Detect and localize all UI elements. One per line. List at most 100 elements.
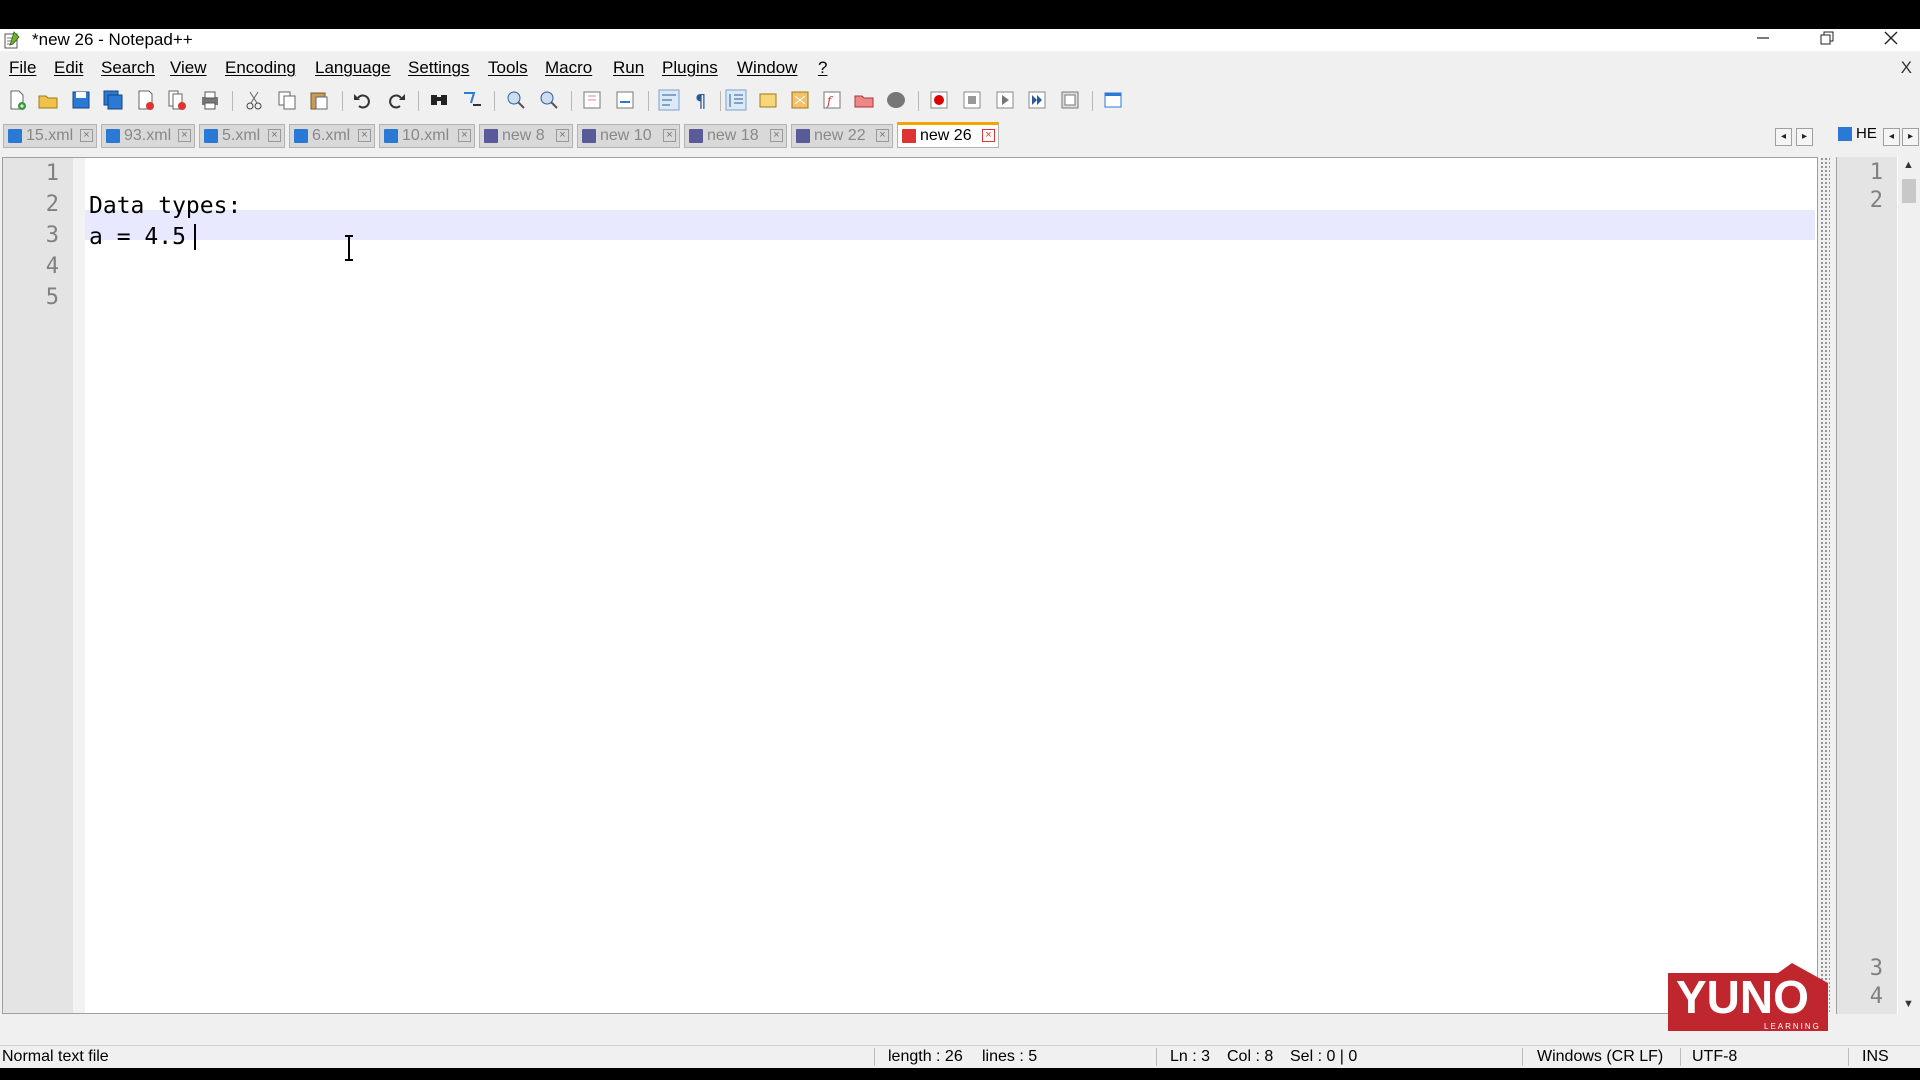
menu-window[interactable]: Window — [737, 58, 797, 78]
tab-5-xml[interactable]: 5.xml × — [199, 124, 285, 148]
tab-93-xml[interactable]: 93.xml × — [101, 124, 195, 148]
print-icon[interactable] — [199, 89, 221, 111]
menu-plugins[interactable]: Plugins — [662, 58, 718, 78]
tab-scroll-left-button[interactable]: ◂ — [1775, 128, 1792, 146]
minimize-button[interactable] — [1740, 29, 1786, 51]
menu-tools[interactable]: Tools — [488, 58, 528, 78]
secondary-editor-pane[interactable]: 1 2 3 4 ▲ ▼ — [1836, 157, 1920, 1014]
folder-as-workspace-icon[interactable] — [853, 89, 875, 111]
status-insert-mode[interactable]: INS — [1862, 1048, 1889, 1066]
monitoring-icon[interactable] — [885, 89, 907, 111]
menu-language[interactable]: Language — [315, 58, 391, 78]
scrollbar-thumb[interactable] — [1902, 179, 1916, 203]
toolbar: ¶ f — [0, 85, 1920, 115]
run-panel-icon[interactable] — [1102, 89, 1124, 111]
secondary-view-tab[interactable]: HE — [1838, 125, 1877, 151]
document-map-icon[interactable] — [789, 89, 811, 111]
menu-settings[interactable]: Settings — [408, 58, 469, 78]
tab-close-icon[interactable]: × — [556, 129, 569, 142]
tab-scroll-right-button[interactable]: ▸ — [1796, 128, 1813, 146]
toolbar-separator — [720, 91, 721, 111]
tab-new-22[interactable]: new 22 × — [791, 124, 893, 148]
open-file-icon[interactable] — [37, 89, 59, 111]
tab-close-icon[interactable]: × — [80, 129, 93, 142]
editor-pane[interactable]: 1 2 3 4 5 Data types: a = 4.5 — [2, 157, 1818, 1014]
menu-search[interactable]: Search — [101, 58, 155, 78]
undo-icon[interactable] — [352, 89, 374, 111]
logo-text: YUNO — [1676, 971, 1809, 1023]
close-window-button[interactable] — [1868, 29, 1914, 51]
macro-stop-icon[interactable] — [961, 89, 983, 111]
tab-close-icon[interactable]: × — [982, 129, 995, 142]
close-all-icon[interactable] — [166, 89, 188, 111]
save-all-icon[interactable] — [102, 89, 124, 111]
saved-file-icon — [294, 129, 308, 143]
new-file-icon[interactable] — [6, 89, 28, 111]
copy-icon[interactable] — [276, 89, 298, 111]
status-encoding[interactable]: UTF-8 — [1692, 1048, 1737, 1066]
scroll-down-arrow-icon[interactable]: ▼ — [1903, 998, 1914, 1010]
tab-close-icon[interactable]: × — [663, 129, 676, 142]
menu-encoding[interactable]: Encoding — [225, 58, 296, 78]
menu-file[interactable]: File — [9, 58, 36, 78]
tab-label: new 26 — [920, 127, 972, 144]
zoom-in-icon[interactable] — [505, 89, 527, 111]
sync-vertical-icon[interactable] — [581, 89, 603, 111]
paste-icon[interactable] — [308, 89, 330, 111]
secondary-tab-scroll-left-button[interactable]: ◂ — [1883, 128, 1900, 146]
fold-margin — [73, 158, 85, 1013]
minimize-icon — [1757, 37, 1769, 39]
tab-new-8[interactable]: new 8 × — [479, 124, 573, 148]
menu-help[interactable]: ? — [818, 58, 827, 78]
tab-10-xml[interactable]: 10.xml × — [379, 124, 475, 148]
toolbar-separator — [571, 91, 572, 111]
save-icon[interactable] — [70, 89, 92, 111]
i-beam-cursor-icon — [345, 235, 353, 261]
tab-close-icon[interactable]: × — [458, 129, 471, 142]
macro-run-multiple-icon[interactable] — [1026, 89, 1048, 111]
macro-record-icon[interactable] — [928, 89, 950, 111]
tab-new-18[interactable]: new 18 × — [684, 124, 787, 148]
logo-subtext: LEARNING — [1764, 1022, 1821, 1031]
tab-close-icon[interactable]: × — [268, 129, 281, 142]
status-selection: Sel : 0 | 0 — [1290, 1048, 1358, 1065]
menu-run[interactable]: Run — [613, 58, 644, 78]
macro-play-icon[interactable] — [994, 89, 1016, 111]
line-number: 4 — [1869, 984, 1883, 1009]
unsaved-file-icon — [902, 129, 916, 143]
indent-guide-icon[interactable] — [725, 89, 747, 111]
macro-save-icon[interactable] — [1059, 89, 1081, 111]
zoom-out-icon[interactable] — [538, 89, 560, 111]
tab-close-icon[interactable]: × — [876, 129, 889, 142]
tab-6-xml[interactable]: 6.xml × — [289, 124, 375, 148]
yuno-learning-logo: YUNO LEARNING — [1668, 963, 1828, 1031]
status-eol-format[interactable]: Windows (CR LF) — [1537, 1048, 1663, 1066]
tab-new-26[interactable]: new 26 × — [897, 122, 999, 148]
user-defined-language-icon[interactable] — [757, 89, 779, 111]
redo-icon[interactable] — [385, 89, 407, 111]
tab-15-xml[interactable]: 15.xml × — [3, 124, 97, 148]
sync-horizontal-icon[interactable] — [614, 89, 636, 111]
close-document-button[interactable]: X — [1901, 58, 1912, 78]
tab-close-icon[interactable]: × — [358, 129, 371, 142]
replace-icon[interactable] — [461, 89, 483, 111]
find-icon[interactable] — [428, 89, 450, 111]
show-all-characters-icon[interactable]: ¶ — [690, 89, 712, 111]
secondary-tab-scroll-right-button[interactable]: ▸ — [1902, 128, 1919, 146]
cut-icon[interactable] — [243, 89, 265, 111]
tab-new-10[interactable]: new 10 × — [577, 124, 680, 148]
close-file-icon[interactable] — [134, 89, 156, 111]
function-list-icon[interactable]: f — [821, 89, 843, 111]
tab-close-icon[interactable]: × — [178, 129, 191, 142]
word-wrap-icon[interactable] — [658, 89, 680, 111]
tab-label: new 18 — [707, 127, 759, 144]
menu-macro[interactable]: Macro — [545, 58, 592, 78]
saved-file-icon — [582, 129, 596, 143]
panel-splitter[interactable] — [1820, 157, 1830, 1014]
menu-edit[interactable]: Edit — [54, 58, 83, 78]
scroll-up-arrow-icon[interactable]: ▲ — [1903, 159, 1914, 171]
tab-close-icon[interactable]: × — [770, 129, 783, 142]
menu-view[interactable]: View — [170, 58, 207, 78]
restore-button[interactable] — [1804, 29, 1850, 51]
vertical-scrollbar[interactable]: ▲ ▼ — [1898, 157, 1920, 1014]
